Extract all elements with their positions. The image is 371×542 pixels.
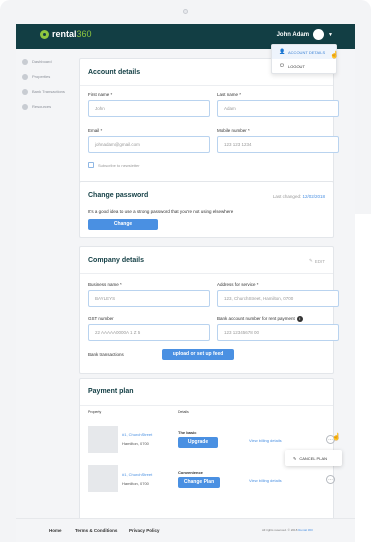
divider bbox=[80, 85, 333, 86]
edit-company-button[interactable]: ✎ EDIT bbox=[309, 258, 325, 264]
address-field[interactable]: 123, ChurchStreet, Hamilton, 0700 bbox=[217, 290, 339, 307]
card-title: Company details bbox=[88, 257, 145, 264]
bank-transactions-label: Bank transactions bbox=[88, 352, 124, 357]
sidebar-item-label: Resources bbox=[32, 104, 52, 109]
property-thumbnail bbox=[88, 426, 118, 453]
divider bbox=[80, 405, 333, 406]
bank-icon bbox=[22, 88, 28, 95]
camera-icon bbox=[183, 9, 188, 14]
bank-account-field[interactable]: 123 12345678 00 bbox=[217, 324, 339, 341]
sidebar-item-label: Bank Transactions bbox=[32, 89, 65, 94]
sidebar-item-dashboard[interactable]: Dashboard bbox=[16, 54, 74, 69]
business-name-label: Business name * bbox=[88, 282, 122, 287]
pointer-cursor-icon: ☝ bbox=[330, 52, 339, 59]
tablet-bezel-right bbox=[355, 24, 371, 214]
email-label: Email * bbox=[88, 128, 103, 133]
gst-field[interactable]: 22 AAAAA0000A 1 Z 5 bbox=[88, 324, 210, 341]
column-header-property: Property bbox=[88, 410, 102, 414]
sidebar-item-bank-transactions[interactable]: Bank Transactions bbox=[16, 84, 74, 99]
mobile-field[interactable]: 123 123 1234 bbox=[217, 136, 339, 153]
sidebar-item-label: Dashboard bbox=[32, 59, 52, 64]
newsletter-checkbox[interactable] bbox=[88, 162, 94, 168]
menu-item-label: LOGOUT bbox=[288, 63, 305, 69]
upload-feed-button[interactable]: upload or set up feed bbox=[162, 349, 234, 360]
divider bbox=[80, 273, 333, 274]
chevron-down-icon: ▼ bbox=[328, 31, 333, 38]
person-icon: 👤 bbox=[279, 49, 286, 55]
newsletter-label: Subscribe to newsletter bbox=[98, 163, 140, 168]
mobile-label: Mobile number * bbox=[217, 128, 250, 133]
menu-item-account-details[interactable]: 👤 ACCOUNT DETAILS bbox=[272, 45, 336, 59]
user-name: John Adam bbox=[276, 31, 310, 38]
brand-logo[interactable]: rental360 bbox=[40, 29, 92, 39]
logo-icon bbox=[40, 29, 49, 39]
first-name-field[interactable]: John bbox=[88, 100, 210, 117]
resources-icon bbox=[22, 103, 28, 110]
change-password-button[interactable]: Change bbox=[88, 219, 158, 230]
pointer-cursor-icon: ☝ bbox=[332, 434, 341, 441]
copyright-text: All rights reserved. © 2018 Rental 360 bbox=[262, 528, 313, 532]
user-menu-toggle[interactable]: John Adam ▼ bbox=[277, 29, 333, 40]
plan-name: The basic bbox=[178, 430, 197, 435]
tablet-frame: rental360 John Adam ▼ 👤 ACCOUNT DETAILS … bbox=[0, 0, 371, 542]
card-title: Payment plan bbox=[88, 388, 134, 395]
cancel-plan-menu-item[interactable]: ✎ CANCEL PLAN bbox=[285, 450, 342, 466]
tablet-bezel-top bbox=[0, 0, 371, 24]
upgrade-button[interactable]: Upgrade bbox=[178, 437, 218, 448]
footer-privacy-link[interactable]: Privacy Policy bbox=[129, 528, 160, 533]
change-plan-button[interactable]: Change Plan bbox=[178, 477, 220, 488]
property-city: Hamilton, 0700 bbox=[122, 441, 149, 446]
more-options-icon[interactable]: … bbox=[326, 475, 335, 484]
logo-text: rental360 bbox=[52, 29, 92, 39]
gst-label: GST number bbox=[88, 316, 114, 321]
bank-account-label: Bank account number for rent payment i bbox=[217, 316, 303, 322]
property-address-link[interactable]: #1, ChurchStreet bbox=[122, 472, 152, 477]
user-dropdown-menu: 👤 ACCOUNT DETAILS ⏻ LOGOUT bbox=[271, 44, 337, 74]
property-address-link[interactable]: #1, ChurchStreet bbox=[122, 432, 152, 437]
dashboard-icon bbox=[22, 58, 28, 65]
card-title: Change password bbox=[88, 192, 149, 199]
sidebar-item-label: Properties bbox=[32, 74, 51, 79]
info-icon[interactable]: i bbox=[296, 316, 303, 322]
last-name-label: Last name * bbox=[217, 92, 242, 97]
password-hint: It's a good idea to use a strong passwor… bbox=[88, 209, 234, 214]
column-header-details: Details bbox=[178, 410, 189, 414]
change-password-card: Change password Last changed: 12/02/2018… bbox=[79, 181, 334, 238]
property-thumbnail bbox=[88, 465, 118, 492]
view-billing-link[interactable]: View billing details bbox=[249, 438, 282, 443]
tablet-bezel-left bbox=[0, 24, 16, 542]
footer-home-link[interactable]: Home bbox=[49, 528, 62, 533]
plan-name: Convenience bbox=[178, 470, 203, 475]
last-changed-text: Last changed: 12/02/2018 bbox=[272, 194, 325, 199]
property-city: Hamilton, 0700 bbox=[122, 481, 149, 486]
address-label: Address for service * bbox=[217, 282, 259, 287]
sidebar-item-resources[interactable]: Resources bbox=[16, 99, 74, 114]
footer-terms-link[interactable]: Terms & Conditions bbox=[75, 528, 117, 533]
sidebar-item-properties[interactable]: Properties bbox=[16, 69, 74, 84]
footer: Home Terms & Conditions Privacy Policy A… bbox=[16, 518, 355, 542]
view-billing-link[interactable]: View billing details bbox=[249, 478, 282, 483]
company-details-card: Company details ✎ EDIT Business name * B… bbox=[79, 246, 339, 374]
account-details-card: Account details First name * John Last n… bbox=[79, 58, 339, 201]
app-screen: rental360 John Adam ▼ 👤 ACCOUNT DETAILS … bbox=[16, 24, 355, 542]
pencil-icon: ✎ bbox=[308, 258, 313, 263]
sidebar: Dashboard Properties Bank Transactions R… bbox=[16, 49, 74, 519]
card-title: Account details bbox=[88, 69, 141, 76]
first-name-label: First name * bbox=[88, 92, 113, 97]
power-icon: ⏻ bbox=[280, 63, 284, 69]
menu-item-logout[interactable]: ⏻ LOGOUT bbox=[272, 59, 336, 73]
pencil-icon: ✎ bbox=[293, 455, 297, 461]
properties-icon bbox=[22, 73, 28, 80]
email-field[interactable]: johnadam@gmail.com bbox=[88, 136, 210, 153]
last-name-field[interactable]: Adam bbox=[217, 100, 339, 117]
avatar bbox=[313, 29, 325, 40]
business-name-field[interactable]: BAYLEYS bbox=[88, 290, 210, 307]
menu-item-label: ACCOUNT DETAILS bbox=[288, 49, 326, 55]
